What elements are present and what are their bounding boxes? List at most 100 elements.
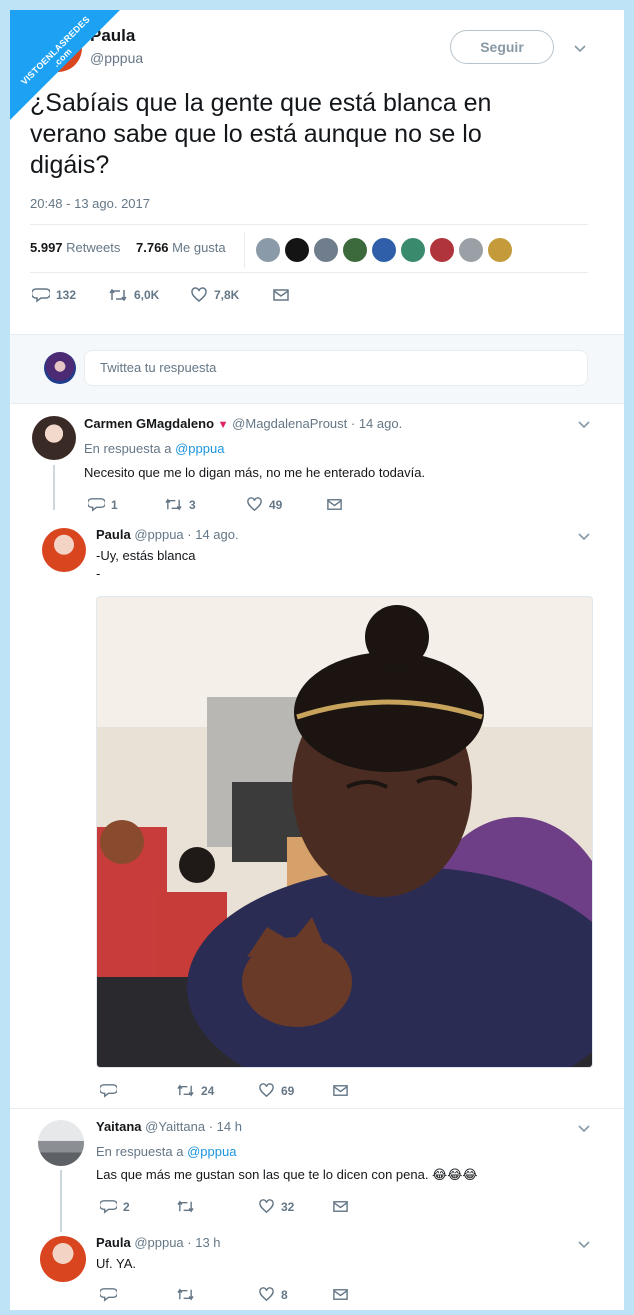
- reply-icon: [100, 1288, 117, 1302]
- reply-header: Yaitana @Yaittana · 14 h: [96, 1119, 242, 1134]
- follow-button[interactable]: Seguir: [450, 30, 554, 64]
- reply-count: 1: [111, 497, 118, 512]
- retweet-action[interactable]: 6,0K: [108, 286, 159, 304]
- liker-avatar[interactable]: [285, 238, 309, 262]
- retweet-action[interactable]: [176, 1198, 201, 1215]
- attached-photo[interactable]: [96, 596, 593, 1068]
- heart-icon: [259, 1199, 274, 1214]
- reply-icon: [32, 288, 50, 303]
- like-action[interactable]: 69: [258, 1082, 294, 1099]
- retweet-action[interactable]: 24: [176, 1082, 214, 1099]
- liker-avatar[interactable]: [314, 238, 338, 262]
- in-reply-handle[interactable]: @pppua: [187, 1144, 236, 1159]
- avatar[interactable]: [42, 528, 86, 572]
- divider: [30, 224, 588, 225]
- reply-author-name[interactable]: Carmen GMagdaleno: [84, 416, 214, 431]
- reply-action[interactable]: 1: [88, 496, 118, 513]
- liker-avatar[interactable]: [256, 238, 280, 262]
- avatar[interactable]: [32, 416, 76, 460]
- reply-action[interactable]: 2: [100, 1198, 130, 1215]
- envelope-icon: [333, 1201, 348, 1212]
- reply-author-name[interactable]: Paula: [96, 1235, 131, 1250]
- retweet-count: 3: [189, 497, 196, 512]
- thread-line: [60, 1170, 62, 1232]
- avatar[interactable]: [40, 1236, 86, 1282]
- retweet-icon: [177, 1200, 194, 1213]
- like-action[interactable]: 8: [258, 1286, 288, 1303]
- avatar[interactable]: [38, 1120, 84, 1166]
- chevron-down-icon[interactable]: [576, 528, 592, 544]
- like-count: 49: [269, 497, 283, 512]
- reply-handle-time[interactable]: @Yaittana · 14 h: [145, 1119, 242, 1134]
- reply-icon: [100, 1084, 117, 1098]
- liker-avatar[interactable]: [343, 238, 367, 262]
- reply-text: -Uy, estás blanca: [96, 548, 196, 563]
- reply-icon: [88, 498, 105, 512]
- reply-handle-time[interactable]: @pppua · 14 ago.: [134, 527, 238, 542]
- like-count: 69: [281, 1083, 295, 1098]
- reply-text: -: [96, 566, 101, 581]
- heart-icon: [259, 1287, 274, 1302]
- liker-avatar[interactable]: [459, 238, 483, 262]
- watermark-corner: [10, 10, 120, 120]
- liker-avatar[interactable]: [488, 238, 512, 262]
- likes-count: 7.766: [136, 240, 169, 255]
- retweet-count: 6,0K: [134, 288, 160, 302]
- liker-avatar[interactable]: [430, 238, 454, 262]
- like-count: 7,8K: [214, 288, 240, 302]
- retweet-icon: [109, 288, 127, 302]
- reply-handle-time[interactable]: @pppua · 13 h: [134, 1235, 220, 1250]
- retweets-count: 5.997: [30, 240, 63, 255]
- photo-illustration: [97, 597, 592, 1067]
- retweet-icon: [177, 1288, 194, 1301]
- in-reply-to: En respuesta a @pppua: [84, 441, 224, 456]
- retweet-icon: [165, 498, 182, 511]
- message-action[interactable]: [332, 1198, 349, 1215]
- likes-stat[interactable]: 7.766 Me gusta: [136, 240, 226, 255]
- tweet-timestamp[interactable]: 20:48 - 13 ago. 2017: [30, 196, 150, 211]
- heart-icon: [247, 497, 262, 512]
- reply-header: Carmen GMagdaleno ▼ @MagdalenaProust · 1…: [84, 416, 402, 431]
- envelope-icon: [273, 289, 289, 301]
- verified-badge-icon: ▼: [217, 419, 229, 431]
- reply-header: Paula @pppua · 13 h: [96, 1235, 221, 1250]
- like-count: 32: [281, 1199, 295, 1214]
- likes-label: Me gusta: [172, 240, 226, 255]
- retweet-action[interactable]: [176, 1286, 201, 1303]
- reply-author-name[interactable]: Yaitana: [96, 1119, 142, 1134]
- avatar[interactable]: [44, 352, 76, 384]
- reply-action[interactable]: [100, 1082, 123, 1099]
- like-action[interactable]: 7,8K: [190, 286, 239, 304]
- heart-icon: [191, 287, 207, 302]
- retweet-icon: [177, 1084, 194, 1097]
- reply-text: Las que más me gustan son las que te lo …: [96, 1167, 478, 1182]
- tweet-text-line: digáis?: [30, 151, 110, 179]
- reply-action[interactable]: 132: [32, 286, 76, 304]
- chevron-down-icon[interactable]: [572, 40, 588, 56]
- liker-avatar[interactable]: [401, 238, 425, 262]
- reply-header: Paula @pppua · 14 ago.: [96, 527, 239, 542]
- reply-author-name[interactable]: Paula: [96, 527, 131, 542]
- reply-action[interactable]: [100, 1286, 123, 1303]
- reply-input[interactable]: Twittea tu respuesta: [84, 350, 588, 386]
- message-action[interactable]: [332, 1082, 349, 1099]
- chevron-down-icon[interactable]: [576, 1236, 592, 1252]
- retweets-stat[interactable]: 5.997 Retweets: [30, 240, 120, 255]
- chevron-down-icon[interactable]: [576, 1120, 592, 1136]
- retweet-action[interactable]: 3: [164, 496, 196, 513]
- in-reply-handle[interactable]: @pppua: [175, 441, 224, 456]
- message-action[interactable]: [332, 1286, 349, 1303]
- in-reply-to: En respuesta a @pppua: [96, 1144, 236, 1159]
- tweet-text-line: verano sabe que lo está aunque no se lo: [30, 120, 482, 148]
- reply-handle-time[interactable]: @MagdalenaProust · 14 ago.: [232, 416, 402, 431]
- thread-line: [53, 465, 55, 510]
- retweet-count: 24: [201, 1083, 215, 1098]
- message-action[interactable]: [326, 496, 343, 513]
- chevron-down-icon[interactable]: [576, 416, 592, 432]
- like-action[interactable]: 32: [258, 1198, 294, 1215]
- message-action[interactable]: [272, 286, 290, 304]
- reply-text: Uf. YA.: [96, 1256, 136, 1271]
- liker-avatar[interactable]: [372, 238, 396, 262]
- divider: [30, 272, 588, 273]
- like-action[interactable]: 49: [246, 496, 282, 513]
